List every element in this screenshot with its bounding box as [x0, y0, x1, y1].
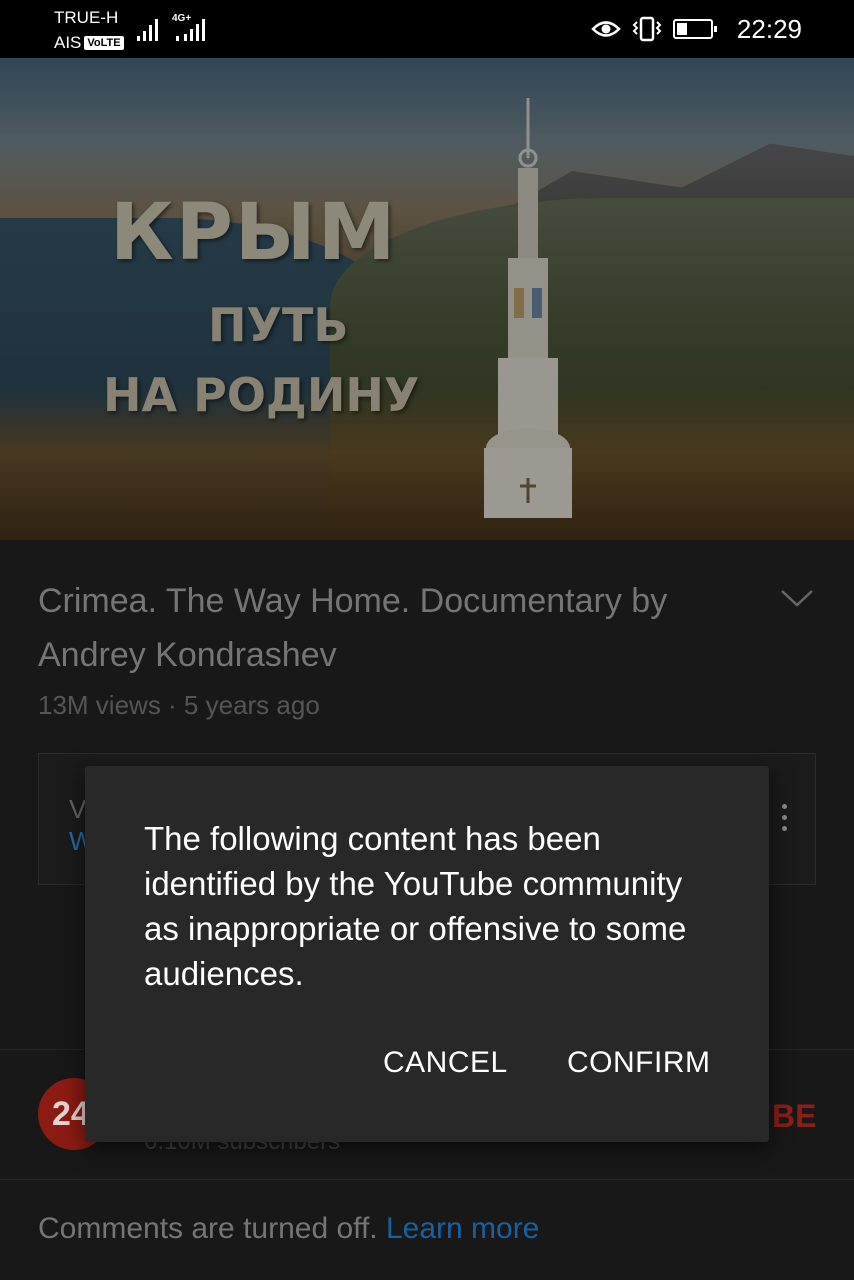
- dialog-message: The following content has been identifie…: [144, 820, 687, 992]
- clock: 22:29: [736, 13, 802, 44]
- signal-strength-secondary-icon: [176, 19, 205, 41]
- battery-icon: [672, 19, 717, 39]
- info-card-line-1: V: [69, 794, 87, 824]
- subscribe-button[interactable]: BE: [772, 1098, 816, 1135]
- vibrate-icon: [632, 16, 662, 42]
- carrier-secondary-label: AIS: [54, 33, 82, 52]
- volte-badge: VoLTE: [84, 36, 124, 50]
- video-meta: 13M views · 5 years ago: [38, 690, 320, 720]
- chevron-down-icon[interactable]: [780, 588, 814, 608]
- comments-off-text: Comments are turned off.: [38, 1212, 378, 1245]
- confirm-button[interactable]: CONFIRM: [567, 1046, 710, 1080]
- more-options-icon[interactable]: [779, 804, 789, 838]
- carrier-secondary: AIS VoLTE: [54, 33, 124, 53]
- video-title: Crimea. The Way Home. Documentary by And…: [38, 582, 668, 674]
- learn-more-link[interactable]: Learn more: [386, 1212, 539, 1245]
- signal-strength-icon: [137, 19, 158, 41]
- video-dim-overlay: [0, 58, 854, 540]
- status-bar: TRUE-H AIS VoLTE 4G+ 22:29: [0, 0, 854, 58]
- status-icons: 22:29: [591, 13, 802, 44]
- eye-comfort-icon: [591, 21, 621, 37]
- cancel-button[interactable]: CANCEL: [383, 1046, 508, 1080]
- carrier-primary: TRUE-H: [54, 8, 119, 27]
- video-player[interactable]: КРЫМ ПУТЬ НА РОДИНУ: [0, 58, 854, 540]
- content-warning-dialog: The following content has been identifie…: [85, 766, 769, 1142]
- divider: [0, 1179, 854, 1180]
- comments-status: Comments are turned off. Learn more: [38, 1212, 539, 1246]
